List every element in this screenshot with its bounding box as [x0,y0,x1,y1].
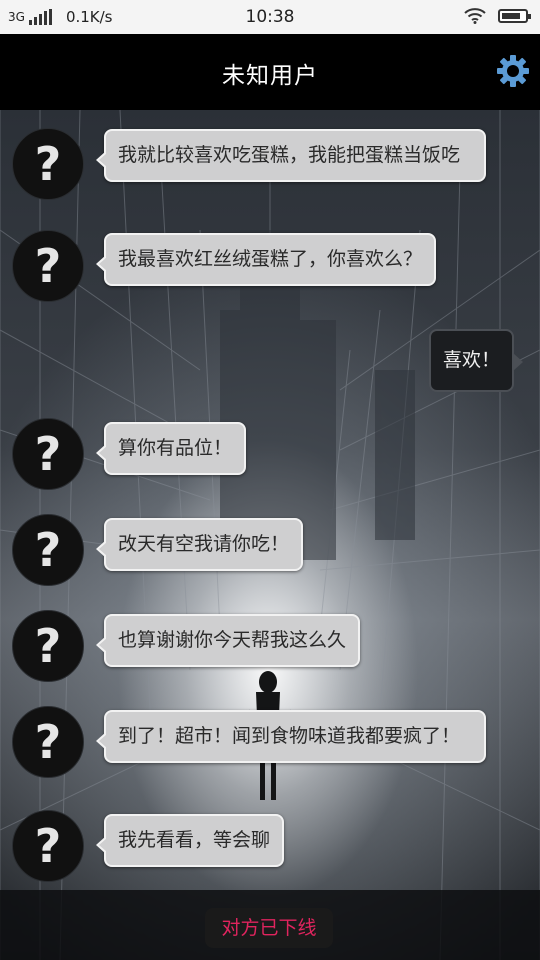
contact-avatar[interactable]: ? [12,418,84,490]
app-header: 未知用户 [0,34,540,110]
incoming-message-bubble: 我先看看，等会聊 [95,814,285,867]
message-text: 改天有空我请你吃！ [118,533,290,555]
wifi-icon [464,8,486,24]
incoming-message-bubble: 算你有品位！ [95,422,247,475]
contact-avatar[interactable]: ? [12,610,84,682]
question-mark-icon: ? [34,819,62,873]
question-mark-icon: ? [34,427,62,481]
contact-avatar[interactable]: ? [12,810,84,882]
incoming-message-bubble: 我最喜欢红丝绒蛋糕了，你喜欢么？ [95,233,437,286]
contact-avatar[interactable]: ? [12,514,84,586]
message-text: 我最喜欢红丝绒蛋糕了，你喜欢么？ [118,248,423,270]
clock: 10:38 [245,7,295,27]
question-mark-icon: ? [34,619,62,673]
question-mark-icon: ? [34,715,62,769]
contact-avatar[interactable]: ? [12,128,84,200]
battery-charging-icon [498,9,531,23]
contact-avatar[interactable]: ? [12,230,84,302]
message-text: 我先看看，等会聊 [118,829,271,851]
page-title: 未知用户 [222,63,318,89]
message-text: 也算谢谢你今天帮我这么久 [118,629,347,651]
contact-avatar[interactable]: ? [12,706,84,778]
incoming-message-bubble: 到了！超市！闻到食物味道我都要疯了！ [96,710,486,763]
status-right [464,8,531,24]
gear-icon[interactable] [496,54,530,88]
offline-status-badge: 对方已下线 [205,908,333,948]
incoming-message-bubble: 也算谢谢你今天帮我这么久 [95,614,361,667]
incoming-message-bubble: 我就比较喜欢吃蛋糕，我能把蛋糕当饭吃 [96,129,486,182]
message-text: 到了！超市！闻到食物味道我都要疯了！ [118,725,461,747]
status-bar: 3G 0.1K/s 10:38 [0,0,540,34]
question-mark-icon: ? [34,239,62,293]
incoming-message-bubble: 改天有空我请你吃！ [95,518,304,571]
message-text: 喜欢！ [442,349,500,371]
question-mark-icon: ? [34,137,62,191]
question-mark-icon: ? [34,523,62,577]
outgoing-message-bubble: 喜欢！ [428,329,524,392]
message-text: 我就比较喜欢吃蛋糕，我能把蛋糕当饭吃 [118,144,461,166]
message-text: 算你有品位！ [118,437,233,459]
